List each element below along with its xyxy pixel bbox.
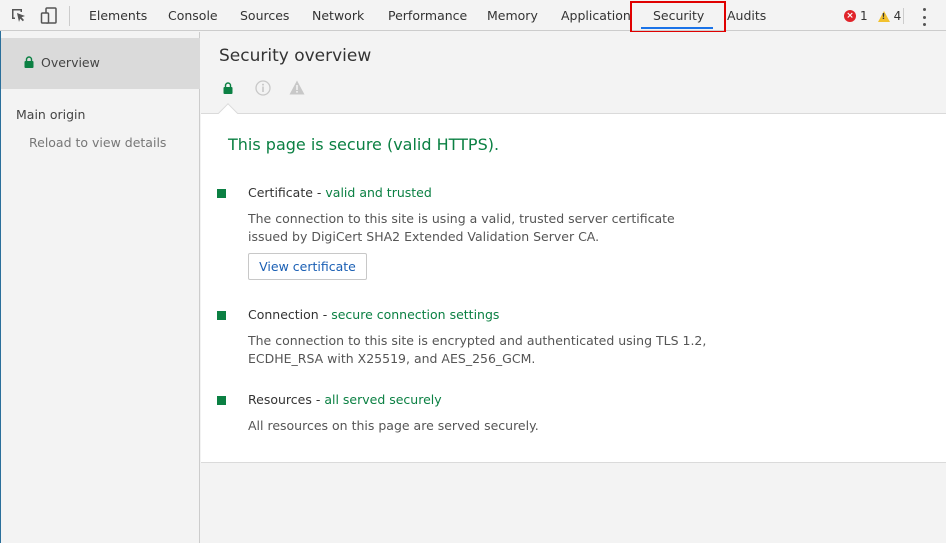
more-menu-icon[interactable] [918, 8, 930, 26]
secure-status-bullet [217, 189, 226, 198]
security-summary-content: This page is secure (valid HTTPS). Certi… [201, 103, 946, 463]
page-title: Security overview [219, 46, 372, 66]
security-summary-text: This page is secure (valid HTTPS). [228, 135, 500, 154]
section-title-label: Connection [248, 307, 319, 322]
tab-network[interactable]: Network [312, 0, 364, 31]
lock-icon [24, 56, 34, 68]
secure-status-bullet [217, 311, 226, 320]
lock-icon [223, 82, 233, 94]
warning-count: 4 [893, 9, 902, 23]
selection-notch [218, 103, 238, 123]
view-certificate-button[interactable]: View certificate [248, 253, 367, 280]
section-title-label: Certificate [248, 185, 313, 200]
section-description: All resources on this page are served se… [248, 418, 539, 433]
section-description: The connection to this site is using a v… [248, 211, 675, 244]
security-tab-highlight [630, 1, 726, 33]
tab-performance[interactable]: Performance [388, 0, 467, 31]
error-count: 1 [860, 9, 868, 23]
section-separator: - [312, 185, 326, 200]
tab-application[interactable]: Application [561, 0, 631, 31]
section-title: Certificate - valid and trusted [248, 185, 432, 200]
warning-icon [289, 80, 305, 95]
reload-to-view-details[interactable]: Reload to view details [29, 135, 166, 150]
info-icon [255, 80, 271, 96]
tab-audits[interactable]: Audits [727, 0, 766, 31]
warning-icon [877, 10, 890, 22]
section-separator: - [318, 307, 332, 322]
devtools-toolbar: Elements Console Sources Network Perform… [0, 0, 946, 33]
tab-memory[interactable]: Memory [487, 0, 538, 31]
security-sidebar: Overview Main origin Reload to view deta… [1, 32, 200, 543]
section-title-label: Resources [248, 392, 312, 407]
console-counts[interactable]: × 1 4 [844, 8, 901, 24]
secure-status-bullet [217, 396, 226, 405]
security-main-panel: Security overview This page is secure (v… [201, 32, 946, 543]
section-title: Resources - all served securely [248, 392, 442, 407]
section-status: all served securely [324, 392, 442, 407]
sidebar-item-overview[interactable]: Overview [1, 38, 200, 89]
tab-elements[interactable]: Elements [89, 0, 147, 31]
section-status: valid and trusted [325, 185, 432, 200]
section-title: Connection - secure connection settings [248, 307, 499, 322]
section-status: secure connection settings [331, 307, 500, 322]
toolbar-divider [69, 6, 70, 26]
section-separator: - [311, 392, 325, 407]
device-toolbar-icon[interactable] [40, 7, 58, 25]
tab-sources[interactable]: Sources [240, 0, 289, 31]
sidebar-item-label: Overview [41, 55, 100, 70]
section-description: The connection to this site is encrypted… [248, 333, 707, 366]
main-origin-heading: Main origin [16, 107, 86, 122]
error-icon: × [844, 10, 856, 22]
toolbar-divider [903, 8, 904, 24]
inspect-element-icon[interactable] [10, 7, 28, 25]
tab-console[interactable]: Console [168, 0, 218, 31]
